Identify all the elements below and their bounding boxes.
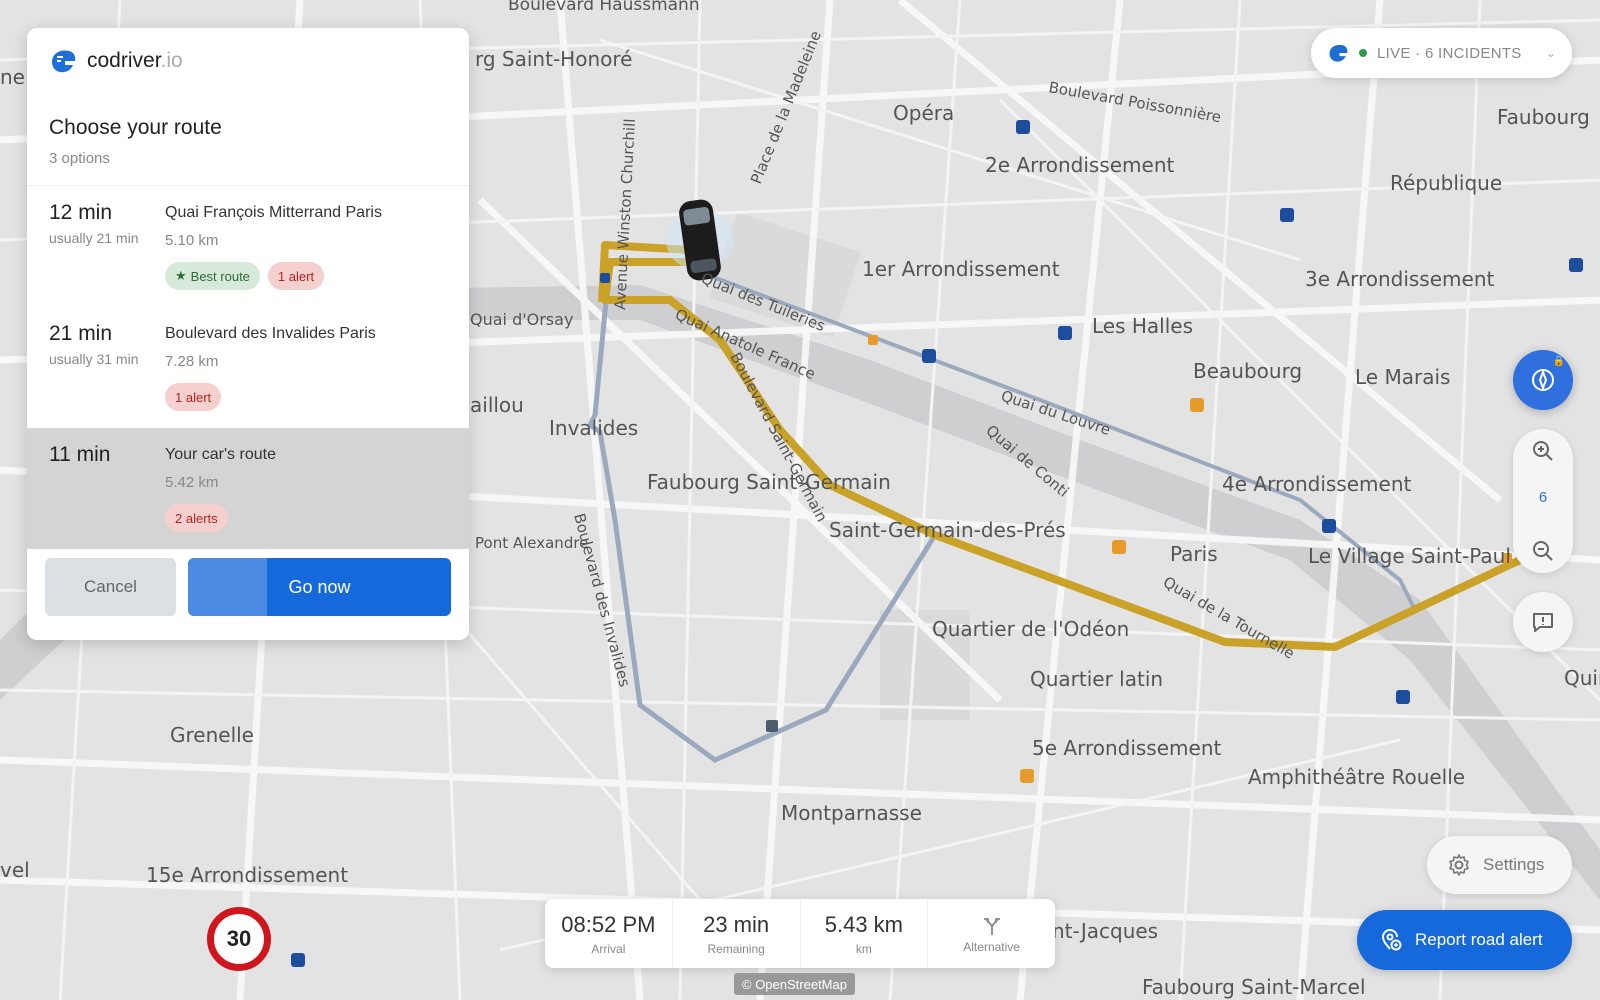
map-label: Invalides [549,416,638,440]
go-now-label: Go now [288,576,351,597]
speed-limit-sign: 30 [207,907,271,971]
go-now-button[interactable]: Go now [188,558,451,616]
star-icon: ★ [175,268,187,283]
arrival-cell: 08:52 PM Arrival [545,899,673,968]
map-label: rg Saint-Honoré [475,47,632,71]
map-label: Faubourg Saint-Germain [647,470,891,494]
map-label: Quinze [1564,666,1600,690]
map-label: aillou [470,393,524,417]
settings-button[interactable]: Settings [1427,836,1572,894]
map-label: Le Village Saint-Paul [1308,544,1511,568]
route-count: 3 options [49,150,110,167]
alternative-label: Alternative [963,939,1020,954]
route-name: Quai François Mitterrand Paris [165,204,382,221]
map-label: 5e Arrondissement [1032,736,1221,760]
live-incidents-pill[interactable]: LIVE · 6 INCIDENTS ⌄ [1311,28,1572,78]
best-route-badge: ★ Best route [165,262,260,290]
lock-icon: 🔒 [1552,356,1565,367]
settings-label: Settings [1483,855,1545,874]
route-distance: 7.28 km [165,353,219,370]
distance-cell: 5.43 km km [801,899,929,968]
helmet-logo-icon [1329,44,1348,62]
recenter-compass-button[interactable]: 🔒 [1513,350,1573,410]
brand-name: codriver [87,49,161,72]
route-usual-time: usually 21 min [49,230,139,246]
map-label: Les Halles [1092,314,1193,338]
alternative-route-button[interactable]: Alternative [928,899,1055,968]
route-option-2[interactable]: 21 min usually 31 min Boulevard des Inva… [27,307,469,428]
route-distance: 5.42 km [165,474,219,491]
map-label: Le Marais [1355,365,1450,389]
route-time: 11 min [49,443,111,466]
report-road-alert-button[interactable]: Report road alert [1357,910,1572,970]
map-label: Saint-Germain-des-Prés [829,518,1066,542]
route-time: 21 min [49,322,113,345]
remaining-label: Remaining [707,941,765,956]
route-distance: 5.10 km [165,232,219,249]
trip-summary-bar: 08:52 PM Arrival 23 min Remaining 5.43 k… [545,899,1055,968]
map-label: République [1390,171,1502,195]
map-label: 3e Arrondissement [1305,267,1494,291]
map-label: 2e Arrondissement [985,153,1174,177]
panel-title: Choose your route [49,116,222,139]
map-label: Grenelle [170,723,254,747]
map-label: Montparnasse [781,801,922,825]
map-label: Boulevard Haussmann [508,0,700,15]
remaining-cell: 23 min Remaining [673,899,801,968]
message-alert-icon [1533,613,1553,632]
route-panel: codriver.io Choose your route 3 options … [27,28,469,640]
arrival-time: 08:52 PM [561,911,656,937]
remaining-distance: 5.43 km [824,911,903,937]
brand-tld: .io [160,49,183,72]
map-label: Faubourg Saint-Marcel [1142,975,1366,999]
report-label: Report road alert [1415,930,1543,949]
map-label: Beaubourg [1193,359,1302,383]
route-split-icon [983,917,1000,935]
feedback-button[interactable] [1513,592,1573,652]
map-label: 4e Arrondissement [1222,472,1411,496]
compass-icon [1532,369,1554,391]
map-label: Quartier latin [1030,667,1163,691]
remaining-time: 23 min [703,911,770,937]
zoom-level: 6 [1538,489,1548,506]
map-label: Paris [1170,542,1218,566]
map-label: 15e Arrondissement [146,863,348,887]
map-label: nt-Jacques [1052,919,1158,943]
map-label: Amphithéâtre Rouelle [1248,765,1465,789]
live-status-label: LIVE · 6 INCIDENTS [1377,44,1522,62]
alert-badge: 1 alert [165,383,222,411]
alert-badge: 2 alerts [165,504,228,532]
chevron-down-icon: ⌄ [1545,46,1556,60]
helmet-logo-icon [52,50,76,73]
map-label: Pont Alexandre [475,534,588,552]
cancel-button[interactable]: Cancel [45,558,176,616]
route-option-3[interactable]: 11 min Your car's route 5.42 km 2 alerts [27,428,469,549]
zoom-in-icon [1533,441,1553,461]
arrival-label: Arrival [591,941,626,956]
location-alert-icon [1381,929,1402,951]
zoom-out-icon [1533,541,1553,561]
route-option-1[interactable]: 12 min usually 21 min Quai François Mitt… [27,186,469,307]
route-name: Your car's route [165,446,276,463]
distance-label: km [855,941,872,956]
zoom-in-button[interactable] [1513,429,1573,473]
route-name: Boulevard des Invalides Paris [165,325,376,342]
osm-attribution[interactable]: © OpenStreetMap [734,973,855,995]
brand: codriver.io [49,48,183,74]
zoom-out-button[interactable] [1513,529,1573,573]
alert-badge: 1 alert [267,262,325,290]
map-label: 1er Arrondissement [862,257,1060,281]
map-label: Quartier de l'Odéon [932,617,1129,641]
map-label: Opéra [893,101,954,125]
gear-icon [1449,854,1469,876]
map-label: Faubourg [1497,105,1590,129]
route-usual-time: usually 31 min [49,351,139,367]
map-label: Quai d'Orsay [470,310,573,329]
live-status-dot [1359,49,1367,57]
route-time: 12 min [49,201,113,224]
zoom-control: 6 [1513,429,1573,573]
map-label: vel [0,858,30,882]
map-label: ne [0,65,25,89]
panel-actions: Cancel Go now [27,542,469,640]
